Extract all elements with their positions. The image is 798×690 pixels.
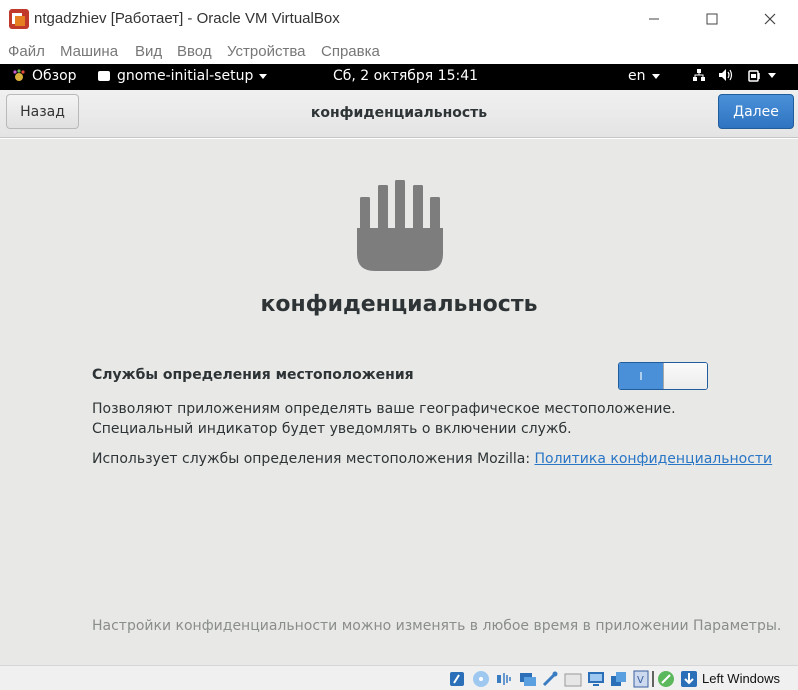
hard-disk-icon[interactable] bbox=[448, 670, 466, 688]
next-button[interactable]: Далее bbox=[718, 94, 794, 129]
header-title: конфиденциальность bbox=[310, 105, 488, 121]
switch-on-indicator: I bbox=[619, 363, 663, 389]
app-window-icon bbox=[98, 71, 110, 81]
maximize-icon bbox=[706, 13, 718, 25]
shared-folders-icon[interactable] bbox=[564, 670, 582, 688]
audio-icon[interactable] bbox=[496, 670, 514, 688]
close-icon bbox=[764, 13, 776, 25]
window-titlebar: ntgadzhiev [Работает] - Oracle VM Virtua… bbox=[0, 0, 798, 40]
location-services-label: Службы определения местоположения bbox=[92, 367, 414, 383]
virtualbox-app-icon bbox=[9, 9, 29, 29]
menu-machine[interactable]: Машина bbox=[60, 43, 118, 60]
clock[interactable]: Сб, 2 октября 15:41 bbox=[333, 68, 478, 84]
system-menu[interactable] bbox=[692, 68, 776, 82]
display-icon[interactable] bbox=[587, 670, 605, 688]
switch-knob bbox=[663, 363, 707, 389]
location-services-switch[interactable]: I bbox=[618, 362, 708, 390]
input-source-label: en bbox=[628, 68, 646, 84]
minimize-icon bbox=[649, 18, 659, 20]
close-button[interactable] bbox=[750, 6, 790, 32]
app-menu-label: gnome-initial-setup bbox=[117, 68, 254, 84]
window-title: ntgadzhiev [Работает] - Oracle VM Virtua… bbox=[34, 10, 340, 27]
menu-input[interactable]: Ввод bbox=[177, 43, 212, 60]
menu-help[interactable]: Справка bbox=[321, 43, 380, 60]
vm-statusbar: V Left Windows bbox=[0, 665, 798, 690]
app-menu[interactable]: gnome-initial-setup bbox=[97, 68, 268, 84]
menu-devices[interactable]: Устройства bbox=[227, 43, 305, 60]
svg-text:V: V bbox=[637, 675, 644, 686]
chevron-down-icon bbox=[768, 72, 776, 78]
description-line-1: Позволяют приложениям определять ваше ге… bbox=[92, 401, 676, 417]
gnome-topbar: Обзор gnome-initial-setup Сб, 2 октября … bbox=[0, 64, 798, 90]
menubar: Файл Машина Вид Ввод Устройства Справка bbox=[0, 40, 798, 64]
privacy-page: конфиденциальность Службы определения ме… bbox=[0, 139, 798, 665]
mozilla-info: Использует службы определения местополож… bbox=[92, 451, 772, 467]
virtualization-icon[interactable]: V bbox=[632, 670, 650, 688]
volume-icon bbox=[719, 69, 733, 81]
optical-drive-icon[interactable] bbox=[472, 670, 490, 688]
keyboard-capture-icon[interactable] bbox=[680, 670, 698, 688]
maximize-button[interactable] bbox=[692, 6, 732, 32]
power-icon bbox=[748, 70, 760, 82]
privacy-policy-link[interactable]: Политика конфиденциальности bbox=[535, 451, 773, 467]
clock-label: Сб, 2 октября 15:41 bbox=[333, 68, 479, 84]
network-adapter-icon[interactable] bbox=[519, 670, 537, 688]
mozilla-text: Использует службы определения местополож… bbox=[92, 451, 535, 467]
network-icon bbox=[693, 69, 705, 81]
footer-note: Настройки конфиденциальности можно измен… bbox=[92, 618, 782, 634]
minimize-button[interactable] bbox=[634, 6, 674, 32]
page-heading: конфиденциальность bbox=[260, 292, 538, 317]
privacy-hand-icon bbox=[357, 180, 443, 271]
activities-button[interactable]: Обзор bbox=[12, 68, 77, 84]
usb-icon[interactable] bbox=[541, 670, 559, 688]
header-bar: Назад конфиденциальность Далее bbox=[0, 90, 798, 138]
chevron-down-icon bbox=[651, 73, 660, 79]
activities-label: Обзор bbox=[32, 68, 77, 84]
host-key-label: Left Windows bbox=[702, 671, 781, 686]
input-source-menu[interactable]: en bbox=[628, 68, 660, 84]
gnome-foot-icon bbox=[13, 69, 25, 81]
description-line-2: Специальный индикатор будет уведомлять о… bbox=[92, 421, 572, 437]
menu-view[interactable]: Вид bbox=[135, 43, 162, 60]
chevron-down-icon bbox=[259, 73, 268, 79]
video-capture-icon[interactable] bbox=[610, 670, 628, 688]
menu-file[interactable]: Файл bbox=[8, 43, 45, 60]
mouse-integration-icon[interactable] bbox=[657, 670, 675, 688]
